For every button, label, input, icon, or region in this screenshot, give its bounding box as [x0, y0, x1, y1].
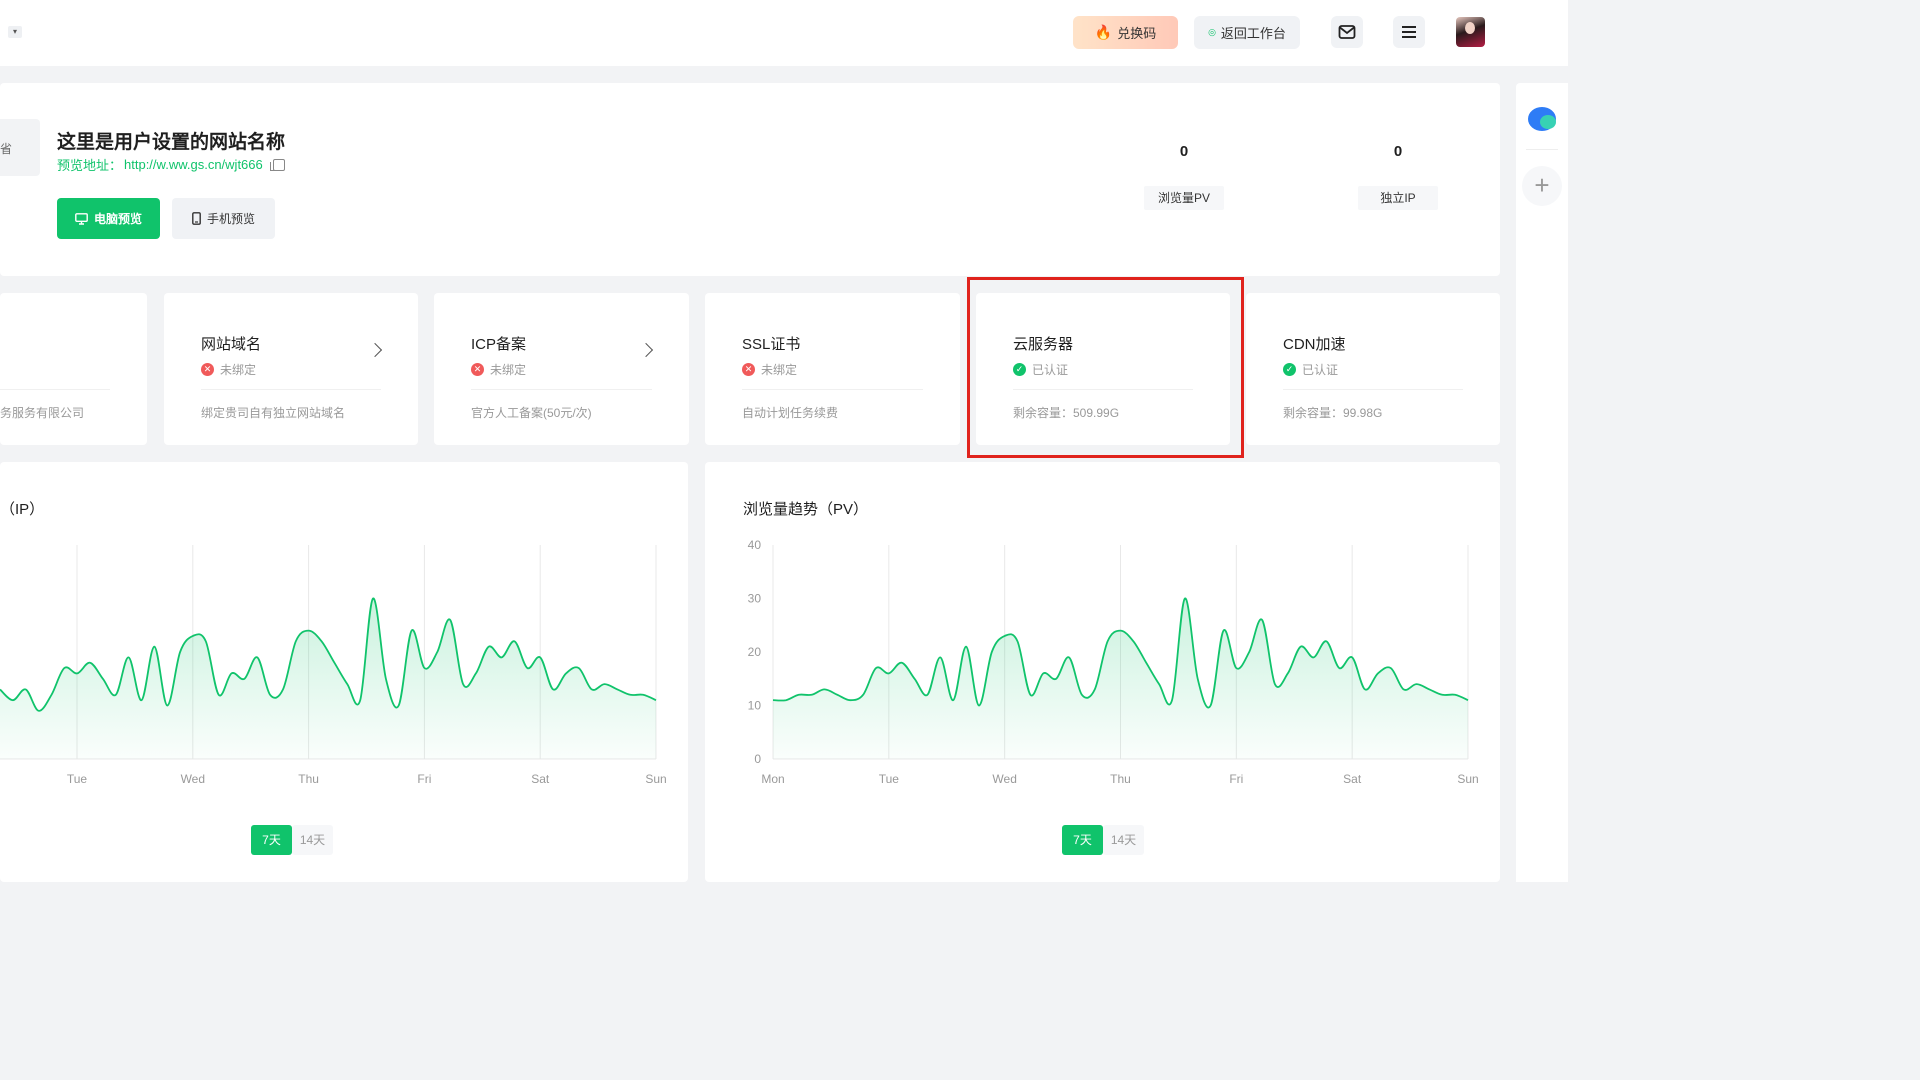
range-7-days-tab[interactable]: 7天	[1062, 825, 1103, 855]
pv-label: 浏览量PV	[1144, 186, 1224, 210]
service-card-company[interactable]: 务服务有限公司	[0, 293, 147, 445]
service-card-ssl[interactable]: SSL证书 ✕ 未绑定 自动计划任务续费	[705, 293, 960, 445]
y-tick-label: 40	[748, 538, 762, 552]
service-status-text: 未绑定	[761, 363, 798, 377]
fire-icon: 🔥	[1094, 24, 1113, 40]
collapse-toggle-icon[interactable]: ▾	[8, 26, 22, 38]
card-divider	[1283, 389, 1463, 390]
service-desc: 剩余容量：99.98G	[1283, 406, 1383, 420]
chevron-right-icon[interactable]	[638, 342, 654, 358]
card-divider	[201, 389, 381, 390]
service-status: ✕ 未绑定	[471, 361, 526, 378]
card-divider	[0, 389, 110, 390]
service-status: ✕ 未绑定	[742, 361, 797, 378]
error-icon: ✕	[471, 363, 484, 376]
ip-trend-chart-card: （IP） Tue Wed Thu Fri Sat Sun 7天 14天	[0, 462, 688, 882]
pv-stat: 0 浏览量PV	[1144, 143, 1224, 210]
service-card-domain[interactable]: 网站域名 ✕ 未绑定 绑定贵司自有独立网站域名	[164, 293, 418, 445]
ip-stat: 0 独立IP	[1358, 143, 1438, 210]
pv-value: 0	[1179, 143, 1189, 160]
series-area	[0, 598, 656, 759]
service-status: ✓ 已认证	[1283, 361, 1338, 378]
error-icon: ✕	[742, 363, 755, 376]
search-icon: ◎	[1208, 27, 1216, 37]
service-card-cdn[interactable]: CDN加速 ✓ 已认证 剩余容量：99.98G	[1246, 293, 1500, 445]
service-status-text: 未绑定	[490, 363, 527, 377]
range-14-days-tab[interactable]: 14天	[1103, 825, 1144, 855]
service-desc: 官方人工备案(50元/次)	[471, 406, 592, 420]
range-tabs: 7天 14天	[1062, 825, 1144, 855]
x-tick-label: Wed	[992, 772, 1016, 786]
chevron-right-icon[interactable]	[367, 342, 383, 358]
preview-address-label: 预览地址：	[57, 158, 123, 173]
redeem-code-button[interactable]: 🔥 兑换码	[1073, 16, 1178, 49]
pc-preview-button[interactable]: 电脑预览	[57, 198, 160, 239]
x-tick-label: Tue	[879, 772, 900, 786]
x-tick-label: Tue	[67, 772, 88, 786]
ip-trend-chart: Tue Wed Thu Fri Sat Sun	[0, 545, 667, 786]
service-status: ✕ 未绑定	[201, 361, 256, 378]
service-card-icp[interactable]: ICP备案 ✕ 未绑定 官方人工备案(50元/次)	[434, 293, 689, 445]
pv-trend-chart: Mon Tue Wed Thu Fri Sat Sun 40 30 20 10 0	[748, 538, 1479, 786]
mail-button[interactable]	[1331, 16, 1363, 48]
top-bar: ▾ 🔥 兑换码 ◎ 返回工作台	[0, 0, 1568, 66]
service-desc: 自动计划任务续费	[742, 406, 839, 420]
phone-icon	[192, 212, 201, 225]
range-tabs: 7天 14天	[251, 825, 333, 855]
ip-value: 0	[1393, 143, 1403, 160]
service-title: CDN加速	[1283, 336, 1346, 353]
service-title: SSL证书	[742, 336, 801, 353]
x-tick-label: Thu	[298, 772, 319, 786]
menu-button[interactable]	[1393, 16, 1425, 48]
return-workbench-label: 返回工作台	[1220, 26, 1286, 41]
x-tick-label: Thu	[1110, 772, 1131, 786]
side-panel: +	[1516, 83, 1568, 882]
y-tick-label: 0	[754, 752, 761, 766]
service-title: ICP备案	[471, 336, 527, 353]
x-tick-label: Fri	[417, 772, 431, 786]
copy-icon[interactable]	[269, 158, 285, 171]
preview-url-link[interactable]: http://w.ww.gs.cn/wjt666	[124, 157, 263, 172]
mobile-preview-label: 手机预览	[206, 212, 255, 226]
x-tick-label: Sat	[531, 772, 550, 786]
highlight-box	[967, 277, 1244, 458]
x-tick-label: Mon	[761, 772, 784, 786]
mobile-preview-button[interactable]: 手机预览	[172, 198, 275, 239]
site-thumbnail: 省	[0, 119, 40, 176]
pv-trend-chart-card: 浏览量趋势（PV） Mon Tue Wed Thu Fri Sat Sun 40 30 20 10 0…	[705, 462, 1500, 882]
error-icon: ✕	[201, 363, 214, 376]
service-status-text: 未绑定	[220, 363, 257, 377]
return-workbench-button[interactable]: ◎ 返回工作台	[1194, 16, 1300, 49]
site-name: 这里是用户设置的网站名称	[57, 132, 286, 153]
card-divider	[471, 389, 652, 390]
preview-address: 预览地址： http://w.ww.gs.cn/wjt666	[57, 155, 285, 174]
range-14-days-tab[interactable]: 14天	[292, 825, 333, 855]
ip-label: 独立IP	[1358, 186, 1438, 210]
hamburger-menu-icon	[1402, 26, 1416, 38]
pc-preview-label: 电脑预览	[93, 212, 142, 226]
service-desc: 务服务有限公司	[0, 406, 85, 420]
x-tick-label: Wed	[181, 772, 205, 786]
chat-icon[interactable]	[1528, 107, 1556, 131]
add-icon[interactable]: +	[1522, 166, 1562, 206]
x-tick-label: Sat	[1343, 772, 1362, 786]
redeem-code-label: 兑换码	[1117, 26, 1157, 41]
mail-icon	[1338, 25, 1356, 39]
card-divider	[742, 389, 923, 390]
y-tick-label: 20	[748, 645, 762, 659]
y-tick-label: 10	[748, 699, 762, 713]
site-info-card: 省 这里是用户设置的网站名称 预览地址： http://w.ww.gs.cn/w…	[0, 83, 1500, 276]
check-circle-icon: ✓	[1283, 363, 1296, 376]
x-tick-label: Sun	[1457, 772, 1478, 786]
monitor-icon	[75, 212, 88, 225]
service-status-text: 已认证	[1302, 363, 1339, 377]
range-7-days-tab[interactable]: 7天	[251, 825, 292, 855]
y-tick-label: 30	[748, 592, 762, 606]
side-divider	[1526, 149, 1558, 150]
service-desc: 绑定贵司自有独立网站域名	[201, 406, 346, 420]
service-title: 网站域名	[201, 336, 262, 353]
user-avatar[interactable]	[1456, 17, 1485, 47]
x-tick-label: Sun	[645, 772, 666, 786]
x-tick-label: Fri	[1229, 772, 1243, 786]
